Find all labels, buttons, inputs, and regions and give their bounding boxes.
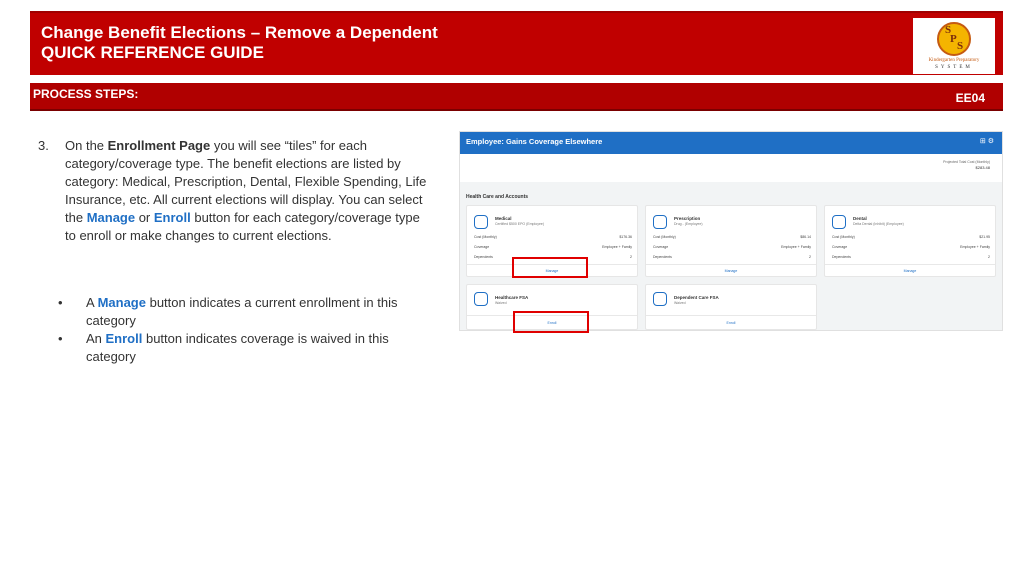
bullet-enroll: • An Enroll button indicates coverage is…: [58, 331, 389, 364]
dental-tile: Dental Delta Dental (Inhibit) (Employee)…: [824, 205, 996, 277]
document-code: EE04: [955, 91, 985, 105]
page-title: Change Benefit Elections – Remove a Depe…: [41, 23, 438, 42]
enrollment-page-term: Enrollment Page: [107, 138, 211, 153]
sps-logo: S P S Kindergarten Preparatory SYSTEM: [913, 18, 995, 74]
total-cost-value: $283.48: [975, 165, 990, 170]
prescription-manage-button[interactable]: Manage: [646, 269, 816, 273]
header-banner: Change Benefit Elections – Remove a Depe…: [30, 11, 1003, 75]
heart-icon: [474, 215, 488, 229]
step-description: On the Enrollment Page you will see “til…: [65, 138, 427, 243]
page-subtitle: QUICK REFERENCE GUIDE: [41, 43, 264, 62]
bullet-marker: •: [58, 331, 63, 346]
prescription-tile: Prescription Drug - (Employee) Cost (Mon…: [645, 205, 817, 277]
section-title: Health Care and Accounts: [466, 194, 529, 200]
manage-keyword: Manage: [86, 210, 136, 225]
process-steps-label: PROCESS STEPS:: [33, 87, 139, 101]
screenshot-title: Employee: Gains Coverage Elsewhere: [466, 137, 603, 146]
dependent-care-fsa-tile: Dependent Care FSA Waived Enroll: [645, 284, 817, 330]
enrollment-page-screenshot: Employee: Gains Coverage Elsewhere ⊞ ⚙ P…: [459, 131, 1003, 331]
screenshot-header: Employee: Gains Coverage Elsewhere ⊞ ⚙: [460, 132, 1002, 154]
step-number: 3.: [38, 138, 49, 153]
bullet-list: • A Manage button indicates a current en…: [58, 294, 418, 366]
guide-title: Change Benefit Elections – Remove a Depe…: [41, 23, 438, 63]
bullet-manage: • A Manage button indicates a current en…: [58, 295, 398, 328]
total-cost-label: Projected Total Cost (Monthly): [943, 160, 990, 164]
card-icon: [653, 292, 667, 306]
total-cost-area: Projected Total Cost (Monthly) $283.48: [460, 154, 1002, 182]
process-steps-bar: PROCESS STEPS: EE04: [30, 83, 1003, 111]
enroll-button-highlight: [513, 311, 589, 333]
dependent-care-fsa-enroll-button[interactable]: Enroll: [646, 321, 816, 325]
dental-manage-button[interactable]: Manage: [825, 269, 995, 273]
card-icon: [474, 292, 488, 306]
step-3: 3. On the Enrollment Page you will see “…: [38, 137, 428, 245]
prescription-icon: [653, 215, 667, 229]
bullet-marker: •: [58, 295, 63, 310]
manage-button-highlight: [512, 257, 588, 278]
enroll-keyword: Enroll: [153, 210, 191, 225]
tooth-icon: [832, 215, 846, 229]
export-settings-icons[interactable]: ⊞ ⚙: [980, 137, 994, 145]
